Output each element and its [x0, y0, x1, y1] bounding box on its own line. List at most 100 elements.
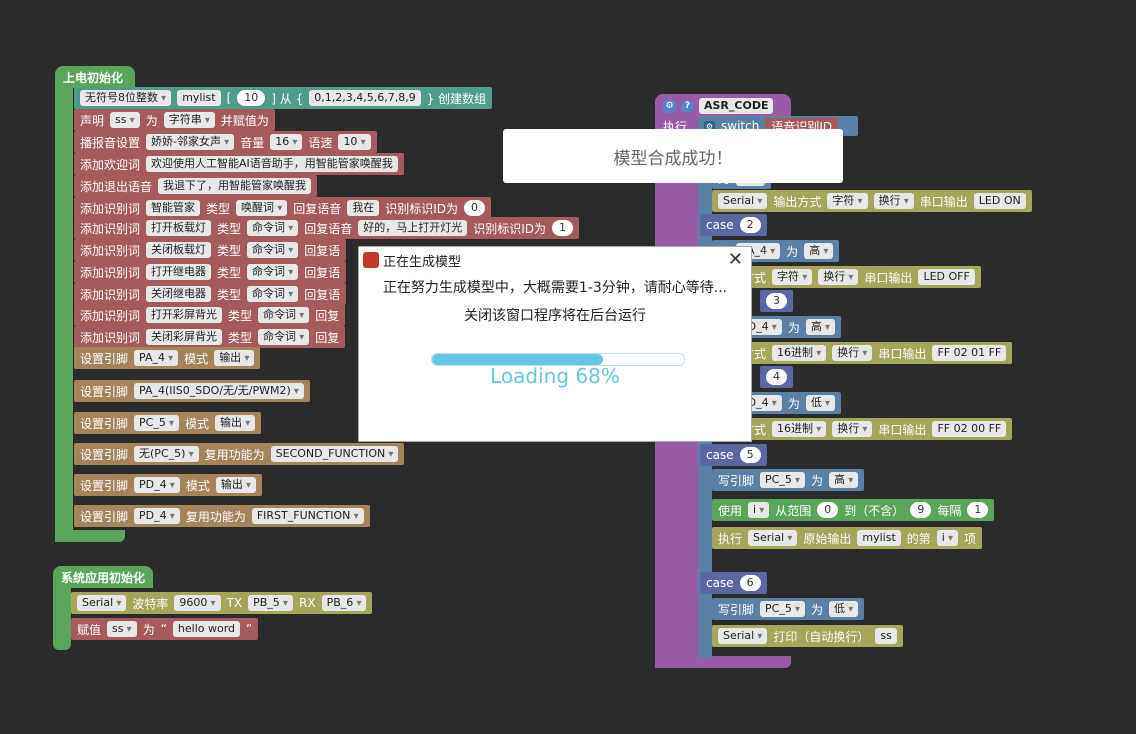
dropdown-field[interactable]: PC_5 — [760, 601, 806, 617]
value-field[interactable]: 关闭彩屏背光 — [146, 329, 223, 345]
asr-block[interactable]: 4 — [760, 366, 793, 388]
dropdown-field[interactable]: i — [936, 530, 959, 546]
dropdown-field[interactable]: Serial — [718, 628, 768, 644]
init-block[interactable]: 设置引脚 PD_4 模式输出 — [74, 474, 263, 496]
dropdown-field[interactable]: ss — [110, 112, 140, 128]
asr-code-name[interactable]: ASR_CODE — [699, 98, 774, 114]
asr-block[interactable]: case 5 — [700, 444, 767, 466]
init-block[interactable]: 设置引脚 PD_4 复用功能为 FIRST_FUNCTION — [74, 505, 370, 527]
dropdown-field[interactable]: PC_5 — [760, 472, 806, 488]
init-block[interactable]: 添加识别词打开板载灯类型命令词回复语音好的，马上打开灯光识别标识ID为 1 — [74, 217, 580, 239]
value-field[interactable]: 打开板载灯 — [146, 220, 212, 236]
dropdown-field[interactable]: 唤醒词 — [236, 200, 288, 216]
value-field[interactable]: 1 — [552, 220, 574, 236]
dropdown-field[interactable]: Serial — [748, 530, 798, 546]
asr-block[interactable]: 写引脚 PC_5 为高 — [712, 469, 865, 491]
value-field[interactable]: 0 — [464, 200, 486, 216]
dropdown-field[interactable]: SECOND_FUNCTION — [270, 446, 399, 462]
init-block[interactable]: 添加识别词关闭板载灯类型命令词回复语 — [74, 239, 347, 261]
asr-block[interactable]: 3 — [760, 290, 793, 312]
value-field[interactable]: 好的，马上打开灯光 — [358, 220, 468, 236]
dropdown-field[interactable]: 低 — [805, 395, 836, 411]
value-field[interactable]: 打开彩屏背光 — [146, 307, 223, 323]
dropdown-field[interactable]: 无符号8位整数 — [80, 90, 172, 106]
value-field[interactable]: LED ON — [973, 193, 1026, 209]
value-field[interactable]: 1 — [967, 502, 989, 518]
asr-block[interactable]: case 6 — [700, 572, 767, 594]
init-block[interactable]: 设置引脚 PC_5 模式输出 — [74, 412, 262, 434]
sys-block[interactable]: 赋值 ss 为 “ hello word ” — [71, 618, 259, 640]
dropdown-field[interactable]: 字符 — [772, 269, 813, 285]
value-field[interactable]: 0 — [817, 502, 839, 518]
dropdown-field[interactable]: 高 — [805, 319, 836, 335]
dropdown-field[interactable]: 无(PC_5) — [134, 446, 199, 462]
asr-block[interactable]: 执行 Serial 原始输出 mylist 的第 i项 — [712, 527, 983, 549]
value-field[interactable]: mylist — [177, 90, 221, 106]
value-field[interactable]: 6 — [739, 575, 761, 591]
dropdown-field[interactable]: 低 — [829, 601, 859, 617]
value-field[interactable]: 关闭板载灯 — [146, 242, 212, 258]
init-block[interactable]: 设置引脚 PA_4 模式输出 — [74, 347, 261, 369]
dropdown-field[interactable]: 命令词 — [258, 329, 310, 345]
dropdown-field[interactable]: 16进制 — [772, 345, 827, 361]
dropdown-field[interactable]: PC_5 — [134, 415, 180, 431]
dropdown-field[interactable]: 输出 — [215, 415, 256, 431]
value-field[interactable]: mylist — [857, 530, 901, 546]
dropdown-field[interactable]: FIRST_FUNCTION — [251, 508, 364, 524]
init-block[interactable]: 添加退出语音 我退下了，用智能管家唤醒我 — [74, 175, 318, 197]
init-block[interactable]: 添加识别词打开继电器类型命令词回复语 — [74, 261, 347, 283]
dropdown-field[interactable]: 换行 — [818, 269, 859, 285]
dropdown-field[interactable]: 命令词 — [247, 242, 299, 258]
asr-block[interactable]: Serial 打印（自动换行） ss — [712, 625, 903, 647]
value-field[interactable]: 5 — [739, 447, 761, 463]
value-field[interactable]: 我在 — [347, 200, 380, 216]
sys-block[interactable]: Serial 波特率 9600 TX PB_5 RX PB_6 — [71, 592, 373, 614]
asr-block[interactable]: case 2 — [700, 214, 767, 236]
dropdown-field[interactable]: 高 — [829, 472, 859, 488]
dropdown-field[interactable]: 换行 — [873, 193, 914, 209]
asr-block[interactable]: 使用 i 从范围 0 到（不含） 9 每隔 1 — [712, 499, 995, 521]
dropdown-field[interactable]: 9600 — [174, 595, 221, 611]
dropdown-field[interactable]: PA_4(IIS0_SDO/无/无/PWM2) — [134, 383, 304, 399]
dropdown-field[interactable]: PD_4 — [134, 508, 180, 524]
init-block[interactable]: 播报音设置娇娇-邻家女声音量 16 语速 10 — [74, 131, 377, 153]
value-field[interactable]: 3 — [766, 293, 787, 309]
asr-block[interactable]: 写引脚 PC_5 为低 — [712, 598, 865, 620]
dropdown-field[interactable]: Serial — [718, 193, 768, 209]
dropdown-field[interactable]: 10 — [338, 134, 371, 150]
value-field[interactable]: 9 — [910, 502, 932, 518]
value-field[interactable]: 10 — [237, 90, 266, 106]
init-block[interactable]: 设置引脚 PA_4(IIS0_SDO/无/无/PWM2) — [74, 380, 310, 402]
dropdown-field[interactable]: PA_4 — [134, 350, 179, 366]
asr-block[interactable]: 输出方式字符换行串口输出LED OFF — [712, 266, 981, 288]
dropdown-field[interactable]: 输出 — [215, 477, 257, 493]
value-field[interactable]: hello word — [172, 621, 241, 637]
value-field[interactable]: 打开继电器 — [146, 264, 212, 280]
asr-code-hat[interactable]: ⚙ ? ASR_CODE — [655, 94, 791, 118]
dropdown-field[interactable]: PB_6 — [321, 595, 367, 611]
close-icon[interactable]: ✕ — [728, 249, 743, 270]
init-block[interactable]: 添加欢迎词 欢迎使用人工智能AI语音助手，用智能管家唤醒我 — [74, 153, 404, 175]
dropdown-field[interactable]: 换行 — [832, 421, 873, 437]
dropdown-field[interactable]: 16 — [270, 134, 303, 150]
dropdown-field[interactable]: PB_5 — [248, 595, 294, 611]
init-block[interactable]: 添加识别词智能管家类型唤醒词回复语音我在识别标识ID为 0 — [74, 197, 492, 219]
init-block[interactable]: 添加识别词关闭继电器类型命令词回复语 — [74, 283, 347, 305]
dropdown-field[interactable]: 16进制 — [772, 421, 827, 437]
value-field[interactable]: LED OFF — [918, 269, 975, 285]
dropdown-field[interactable]: 命令词 — [247, 286, 299, 302]
dropdown-field[interactable]: ss — [107, 621, 137, 637]
system-init-hat[interactable]: 系统应用初始化 — [53, 566, 153, 588]
init-block[interactable]: 无符号8位整数 mylist [10] 从 {0,1,2,3,4,5,6,7,8,9… — [74, 87, 493, 109]
dropdown-field[interactable]: 高 — [804, 243, 834, 259]
dropdown-field[interactable]: i — [748, 502, 770, 518]
init-block[interactable]: 设置引脚无(PC_5) 复用功能为 SECOND_FUNCTION — [74, 443, 405, 465]
value-field[interactable]: FF 02 01 FF — [932, 345, 1007, 361]
value-field[interactable]: 2 — [739, 217, 761, 233]
init-block[interactable]: 添加识别词关闭彩屏背光类型命令词回复 — [74, 326, 346, 348]
value-field[interactable]: 欢迎使用人工智能AI语音助手，用智能管家唤醒我 — [146, 156, 398, 172]
gear-icon[interactable]: ⚙ — [663, 99, 676, 113]
value-field[interactable]: 我退下了，用智能管家唤醒我 — [158, 178, 312, 194]
dropdown-field[interactable]: 娇娇-邻家女声 — [146, 134, 235, 150]
value-field[interactable]: FF 02 00 FF — [932, 421, 1007, 437]
